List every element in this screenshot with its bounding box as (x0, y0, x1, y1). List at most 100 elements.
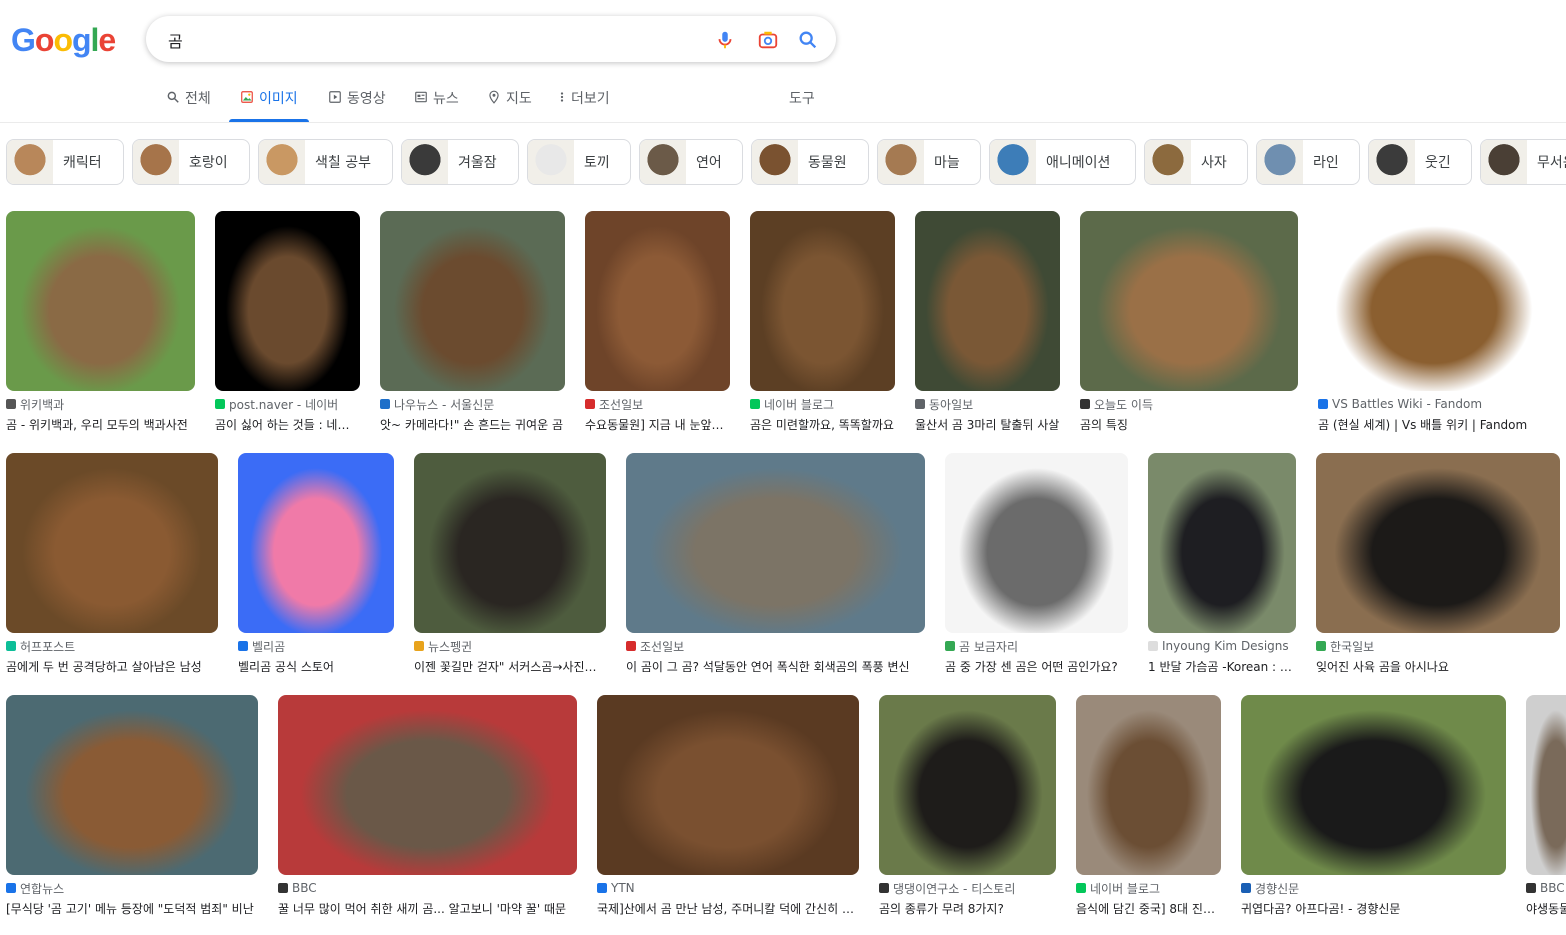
result-source[interactable]: 조선일보 (626, 638, 925, 654)
result-title[interactable]: 음식에 담긴 중국] 8대 진미, 곰발바닥 (1076, 900, 1221, 916)
result-title[interactable]: 이 곰이 그 곰? 석달동안 연어 폭식한 회색곰의 폭풍 변신 (626, 658, 925, 674)
result-source[interactable]: 벨리곰 (238, 638, 394, 654)
result-thumbnail[interactable] (238, 453, 394, 633)
image-result[interactable]: 벨리곰벨리곰 공식 스토어 (238, 453, 394, 674)
result-source[interactable]: 동아일보 (915, 396, 1060, 412)
result-title[interactable]: [무식당 '곰 고기' 메뉴 등장에 "도덕적 범죄" 비난 (6, 900, 258, 916)
result-thumbnail[interactable] (879, 695, 1056, 875)
result-source[interactable]: 연합뉴스 (6, 880, 258, 896)
result-title[interactable]: 수요동물원] 지금 내 눈앞에 나타난 곰 (585, 416, 730, 432)
result-thumbnail[interactable] (626, 453, 925, 633)
result-thumbnail[interactable] (215, 211, 360, 391)
image-result[interactable]: VS Battles Wiki - Fandom 곰 (현실 세계) | Vs 배… (1318, 211, 1550, 432)
result-source[interactable]: 한국일보 (1316, 638, 1560, 654)
search-input[interactable]: 곰 (168, 28, 183, 52)
image-result[interactable]: 한국일보잊어진 사육 곰을 아시나요 (1316, 453, 1560, 674)
microphone-icon[interactable] (714, 29, 736, 51)
result-thumbnail[interactable] (1526, 695, 1566, 875)
result-source[interactable]: 뉴스펭귄 (414, 638, 606, 654)
image-result[interactable]: 허프포스트곰에게 두 번 공격당하고 살아남은 남성 (6, 453, 218, 674)
image-result[interactable]: 연합뉴스 [무식당 '곰 고기' 메뉴 등장에 "도덕적 범죄" 비난 (6, 695, 258, 916)
result-source[interactable]: Inyoung Kim Designs (1148, 638, 1296, 654)
image-result[interactable]: 뉴스펭귄 이젠 꽃길만 걷자" 서커스곰→사진모델 (414, 453, 606, 674)
result-title[interactable]: 벨리곰 공식 스토어 (238, 658, 394, 674)
image-result[interactable]: 곰 보금자리곰 중 가장 센 곰은 어떤 곰인가요? (945, 453, 1128, 674)
result-source[interactable]: 나우뉴스 - 서울신문 (380, 396, 565, 412)
related-chip[interactable]: 연어 (639, 139, 743, 185)
search-box[interactable]: 곰 (146, 16, 836, 62)
result-title[interactable]: 곰 - 위키백과, 우리 모두의 백과사전 (6, 416, 195, 432)
image-result[interactable]: BBC 꿀 너무 많이 먹어 취한 새끼 곰... 알고보니 '마약 꿀' 때문 (278, 695, 577, 916)
result-thumbnail[interactable] (1148, 453, 1296, 633)
result-title[interactable]: 곰의 특징 (1080, 416, 1298, 432)
image-result[interactable]: 경향신문귀엽다곰? 아프다곰! - 경향신문 (1241, 695, 1506, 916)
image-result[interactable]: 나우뉴스 - 서울신문앗~ 카메라다!" 손 흔드는 귀여운 곰 (380, 211, 565, 432)
result-title[interactable]: 울산서 곰 3마리 탈출뒤 사살 (915, 416, 1060, 432)
result-title[interactable]: 국제]산에서 곰 만난 남성, 주머니칼 덕에 간신히 목숨 건져 (597, 900, 859, 916)
image-result[interactable]: 네이버 블로그 곰은 미련할까요, 똑똑할까요 (750, 211, 895, 432)
related-chip[interactable]: 사자 (1144, 139, 1248, 185)
result-title[interactable]: 1 반달 가슴곰 -Korean : 반달가슴곰 (1148, 658, 1296, 674)
related-chip[interactable]: 웃긴 (1368, 139, 1472, 185)
related-chip[interactable]: 동물원 (751, 139, 869, 185)
result-source[interactable]: BBC (1526, 880, 1566, 896)
tab-all[interactable]: 전체 (166, 88, 211, 122)
result-title[interactable]: 곰 (현실 세계) | Vs 배틀 위키 | Fandom (1318, 416, 1550, 432)
image-result[interactable]: 위키백과곰 - 위키백과, 우리 모두의 백과사전 (6, 211, 195, 432)
result-source[interactable]: 조선일보 (585, 396, 730, 412)
result-title[interactable]: 곰이 싫어 하는 것들 : 네이버 포스트 (215, 416, 360, 432)
result-thumbnail[interactable] (414, 453, 606, 633)
related-chip[interactable]: 라인 (1256, 139, 1360, 185)
result-thumbnail[interactable] (750, 211, 895, 391)
image-result[interactable]: 오늘도 이득곰의 특징 (1080, 211, 1298, 432)
tab-news[interactable]: 뉴스 (414, 88, 459, 122)
result-title[interactable]: 꿀 너무 많이 먹어 취한 새끼 곰... 알고보니 '마약 꿀' 때문 (278, 900, 577, 916)
result-thumbnail[interactable] (6, 695, 258, 875)
image-result[interactable]: post.naver - 네이버곰이 싫어 하는 것들 : 네이버 포스트 (215, 211, 360, 432)
result-source[interactable]: 위키백과 (6, 396, 195, 412)
related-chip[interactable]: 토끼 (527, 139, 631, 185)
related-chip[interactable]: 무서운 (1480, 139, 1566, 185)
result-thumbnail[interactable] (6, 211, 195, 391)
result-title[interactable]: 곰에게 두 번 공격당하고 살아남은 남성 (6, 658, 218, 674)
image-result[interactable]: 조선일보이 곰이 그 곰? 석달동안 연어 폭식한 회색곰의 폭풍 변신 (626, 453, 925, 674)
tab-more[interactable]: 더보기 (558, 88, 610, 122)
result-thumbnail[interactable] (1241, 695, 1506, 875)
result-thumbnail[interactable] (597, 695, 859, 875)
related-chip[interactable]: 캐릭터 (6, 139, 124, 185)
related-chip[interactable]: 마늘 (877, 139, 981, 185)
result-source[interactable]: 네이버 블로그 (1076, 880, 1221, 896)
result-thumbnail[interactable] (1080, 211, 1298, 391)
result-thumbnail[interactable] (6, 453, 218, 633)
result-source[interactable]: VS Battles Wiki - Fandom (1318, 396, 1550, 412)
image-result[interactable]: 네이버 블로그음식에 담긴 중국] 8대 진미, 곰발바닥 (1076, 695, 1221, 916)
result-source[interactable]: YTN (597, 880, 859, 896)
result-title[interactable]: 곰의 종류가 무려 8가지? (879, 900, 1056, 916)
result-title[interactable]: 곰 중 가장 센 곰은 어떤 곰인가요? (945, 658, 1128, 674)
image-result[interactable]: YTN 국제]산에서 곰 만난 남성, 주머니칼 덕에 간신히 목숨 건져 (597, 695, 859, 916)
image-result[interactable]: Inyoung Kim Designs 1 반달 가슴곰 -Korean : 반달… (1148, 453, 1296, 674)
result-source[interactable]: 곰 보금자리 (945, 638, 1128, 654)
result-title[interactable]: 야생동물 (1526, 900, 1566, 916)
result-thumbnail[interactable] (1076, 695, 1221, 875)
search-icon[interactable] (797, 29, 819, 51)
result-source[interactable]: 경향신문 (1241, 880, 1506, 896)
result-source[interactable]: 허프포스트 (6, 638, 218, 654)
tab-videos[interactable]: 동영상 (328, 88, 386, 122)
result-thumbnail[interactable] (278, 695, 577, 875)
result-title[interactable]: 잊어진 사육 곰을 아시나요 (1316, 658, 1560, 674)
result-title[interactable]: 곰은 미련할까요, 똑똑할까요 (750, 416, 895, 432)
image-result[interactable]: 조선일보수요동물원] 지금 내 눈앞에 나타난 곰 (585, 211, 730, 432)
related-chip[interactable]: 호랑이 (132, 139, 250, 185)
related-chip[interactable]: 색칠 공부 (258, 139, 393, 185)
result-thumbnail[interactable] (585, 211, 730, 391)
result-title[interactable]: 귀엽다곰? 아프다곰! - 경향신문 (1241, 900, 1506, 916)
result-title[interactable]: 앗~ 카메라다!" 손 흔드는 귀여운 곰 (380, 416, 565, 432)
result-source[interactable]: 오늘도 이득 (1080, 396, 1298, 412)
tools-button[interactable]: 도구 (789, 88, 815, 122)
related-chip[interactable]: 겨울잠 (401, 139, 519, 185)
image-result[interactable]: 동아일보울산서 곰 3마리 탈출뒤 사살 (915, 211, 1060, 432)
result-thumbnail[interactable] (1316, 453, 1560, 633)
tab-maps[interactable]: 지도 (487, 88, 532, 122)
related-chip[interactable]: 애니메이션 (989, 139, 1136, 185)
